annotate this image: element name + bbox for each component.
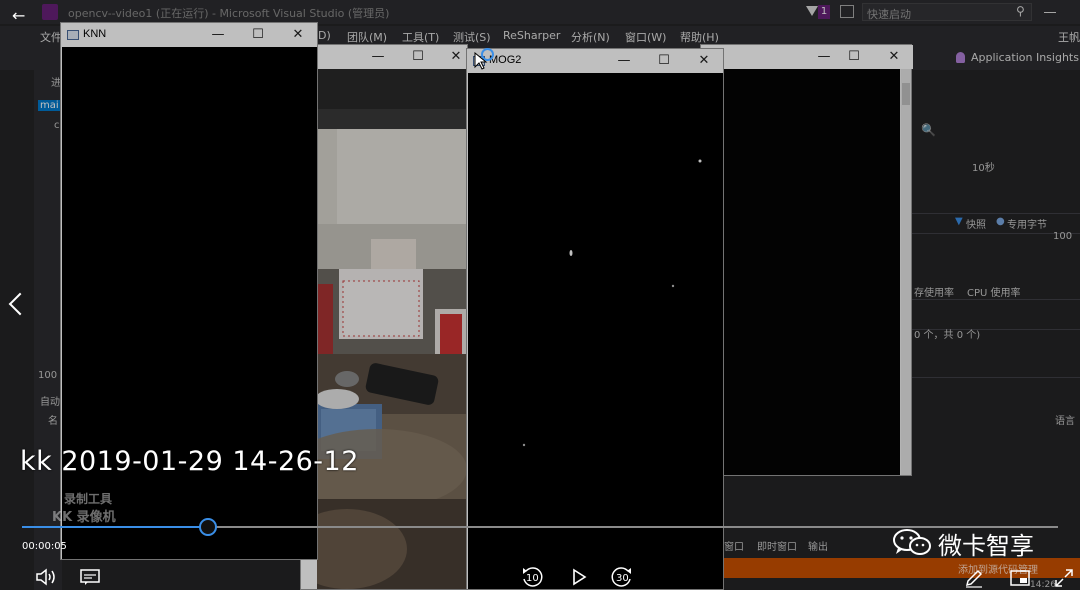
edit-pen-icon[interactable] [964, 568, 984, 588]
snapshot-legend: 快照 [966, 220, 986, 231]
output-window-titlebar[interactable]: — ☐ ✕ [701, 45, 913, 69]
fullscreen-icon[interactable] [1054, 568, 1074, 588]
current-time: 00:00:05 [22, 541, 67, 552]
scrollbar-thumb[interactable] [902, 83, 910, 105]
seek-bar-progress [22, 526, 209, 528]
vs-minimize-button[interactable] [1044, 12, 1056, 13]
console-scrollbar[interactable] [901, 69, 911, 475]
application-insights-button[interactable]: Application Insights [971, 51, 1079, 64]
timeline-label: 10秒 [972, 163, 995, 174]
wechat-account-name: 微卡智享 [938, 532, 1034, 560]
events-count: 0 个，共 0 个) [914, 330, 981, 341]
rewind-seconds: 10 [526, 573, 539, 584]
visual-studio-logo-icon [42, 4, 58, 20]
memory-usage-tab[interactable]: 存使用率 [914, 284, 954, 299]
minimize-button[interactable]: — [363, 47, 393, 67]
menu-debug[interactable]: D) [318, 29, 331, 42]
close-button[interactable]: ✕ [879, 47, 909, 67]
language-column-header: 语言 [1055, 416, 1075, 427]
knn-window[interactable]: KNN — ☐ ✕ [60, 22, 318, 560]
notifications-button[interactable]: 1 [806, 4, 830, 20]
window-tab[interactable]: 窗口 [724, 538, 744, 553]
menu-tools[interactable]: 工具(T) [402, 29, 439, 45]
vs-title-bar: opencv--video1 (正在运行) - Microsoft Visual… [0, 0, 1080, 24]
flag-icon [806, 6, 818, 16]
previous-chevron-icon[interactable] [6, 290, 24, 320]
close-button[interactable]: ✕ [283, 25, 313, 45]
vs-window-title: opencv--video1 (正在运行) - Microsoft Visual… [68, 7, 390, 20]
maximize-button[interactable]: ☐ [243, 25, 273, 45]
menu-window[interactable]: 窗口(W) [625, 29, 666, 45]
immediate-window-tab[interactable]: 即时窗口 [757, 538, 797, 553]
wechat-icon [893, 529, 931, 555]
menu-test[interactable]: 测试(S) [453, 29, 491, 45]
autos-tab[interactable]: 自动 [40, 393, 60, 408]
menu-help[interactable]: 帮助(H) [680, 29, 719, 45]
diagnostic-tools-panel [912, 96, 1080, 590]
mouse-pointer-icon [474, 52, 488, 70]
recording-timestamp: kk 2019-01-29 14-26-12 [20, 446, 359, 477]
private-bytes-dot-icon: ● [996, 216, 1005, 227]
zoom-icon[interactable]: 🔍 [921, 123, 936, 137]
maximize-button[interactable]: ☐ [403, 47, 433, 67]
system-clock: 14:26 [1030, 580, 1056, 590]
forward-seconds: 30 [616, 573, 629, 584]
maximize-button[interactable]: ☐ [839, 47, 869, 67]
mog2-foreground-mask [468, 73, 723, 589]
memory-axis-max: 100 [1053, 231, 1073, 242]
lightbulb-icon [956, 52, 965, 63]
menu-team[interactable]: 团队(M) [347, 29, 387, 45]
forward-button[interactable]: 30 [610, 566, 634, 588]
user-name[interactable]: 王帆 [1058, 29, 1080, 45]
recorder-watermark-line1: 录制工具 [64, 492, 113, 506]
frame-window[interactable]: — ☐ ✕ [300, 44, 468, 590]
frame-window-titlebar[interactable]: — ☐ ✕ [301, 45, 467, 69]
diag-row [912, 358, 1080, 378]
mog2-window-titlebar[interactable]: MOG2 — ☐ ✕ [467, 49, 723, 73]
name-column-header: 名 [48, 416, 58, 427]
snapshot-marker-icon: ▼ [955, 216, 963, 227]
mini-player-icon[interactable] [1010, 570, 1030, 586]
play-icon[interactable] [570, 568, 588, 586]
subtitles-icon[interactable] [80, 569, 100, 585]
tab-c[interactable]: c [54, 120, 60, 131]
cpu-usage-tab[interactable]: CPU 使用率 [967, 284, 1021, 299]
knn-foreground-mask [62, 47, 317, 559]
recorder-watermark-line2: KK 录像机 [52, 510, 116, 525]
rewind-button[interactable]: 10 [520, 566, 544, 588]
quick-launch-input[interactable]: 快速启动 [862, 3, 1032, 21]
knn-window-title: KNN [83, 28, 107, 40]
camera-scene-image [317, 69, 467, 589]
close-button[interactable]: ✕ [689, 51, 719, 71]
camera-frame [317, 69, 467, 589]
knn-window-titlebar[interactable]: KNN — ☐ ✕ [61, 23, 317, 47]
maximize-button[interactable]: ☐ [649, 51, 679, 71]
mask-noise-image [522, 159, 702, 447]
menu-analyze[interactable]: 分析(N) [571, 29, 610, 45]
mog2-window[interactable]: MOG2 — ☐ ✕ [466, 48, 724, 590]
minimize-button[interactable]: — [809, 47, 839, 67]
tab-main[interactable]: mai [38, 100, 61, 111]
feedback-icon[interactable] [840, 5, 854, 18]
output-tab[interactable]: 输出 [808, 538, 828, 553]
output-window[interactable]: — ☐ ✕ [700, 44, 913, 476]
search-icon[interactable]: ⚲ [1016, 4, 1025, 18]
minimize-button[interactable]: — [203, 25, 233, 45]
notification-count: 1 [818, 5, 830, 19]
back-arrow-icon[interactable]: ← [12, 6, 25, 25]
minimize-button[interactable]: — [609, 51, 639, 71]
menu-resharper[interactable]: ReSharper [503, 29, 560, 42]
wechat-account-watermark: 微卡智享 [892, 524, 1052, 560]
volume-icon[interactable] [35, 568, 57, 586]
window-icon [67, 30, 79, 40]
private-bytes-legend: 专用字节 [1007, 220, 1047, 231]
console-output [702, 69, 900, 475]
menu-file[interactable]: 文件 [40, 29, 62, 45]
diag-row [912, 194, 1080, 214]
